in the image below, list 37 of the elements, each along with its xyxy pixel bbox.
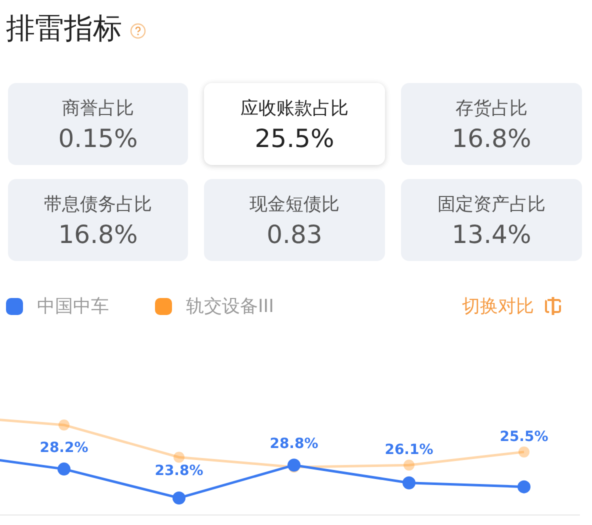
data-point: [174, 452, 184, 463]
metric-value: 16.8%: [58, 220, 138, 248]
legend-label: 轨交设备III: [186, 295, 274, 318]
metric-label: 应收账款占比: [240, 96, 348, 120]
data-point: [518, 480, 530, 494]
data-point: [172, 492, 186, 504]
data-label: 25.5%: [500, 428, 548, 445]
metric-label: 存货占比: [456, 96, 528, 120]
data-point: [58, 419, 70, 430]
legend-label: 中国中车: [37, 295, 109, 318]
data-point: [58, 462, 70, 476]
metric-label: 固定资产占比: [438, 192, 546, 216]
metric-card[interactable]: 商誉占比 0.15%: [8, 83, 188, 165]
metric-label: 带息债务占比: [44, 192, 152, 216]
compare-icon: [544, 295, 564, 317]
section-title: 排雷指标: [6, 10, 122, 47]
help-icon[interactable]: [130, 23, 146, 39]
metric-value: 25.5%: [254, 124, 334, 152]
metric-value: 13.4%: [452, 220, 532, 248]
metric-card[interactable]: 固定资产占比 13.4%: [401, 179, 582, 261]
data-point: [518, 446, 530, 458]
metric-value: 0.15%: [58, 124, 138, 152]
data-label: 28.2%: [40, 440, 88, 456]
metric-card[interactable]: 存货占比 16.8%: [401, 83, 582, 165]
data-label: 23.8%: [154, 463, 204, 479]
metric-value: 16.8%: [452, 124, 532, 152]
data-label: 26.1%: [384, 442, 434, 458]
metric-card[interactable]: 现金短债比 0.83: [204, 179, 385, 261]
metric-value: 0.83: [266, 220, 322, 248]
data-label: 28.8%: [270, 436, 318, 452]
data-point: [288, 458, 300, 472]
metric-label: 商誉占比: [62, 96, 134, 120]
metric-label: 现金短债比: [250, 192, 340, 216]
data-point: [402, 476, 416, 490]
data-point: [404, 460, 414, 471]
metric-card[interactable]: 带息债务占比 16.8%: [8, 179, 188, 261]
metric-card[interactable]: 应收账款占比 25.5%: [204, 83, 385, 165]
